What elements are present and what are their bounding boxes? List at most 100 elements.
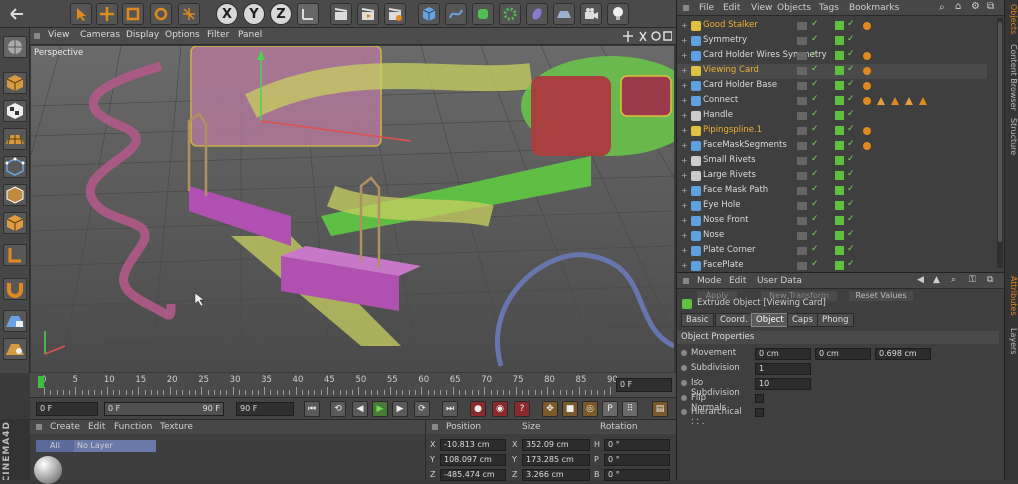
layer-icon[interactable]: [797, 142, 807, 150]
layer-icon[interactable]: [797, 97, 807, 105]
object-menu-tags[interactable]: Tags: [819, 3, 839, 13]
attribute-back-icon[interactable]: ◀: [917, 275, 924, 285]
side-tab-attributes[interactable]: Attributes: [1006, 276, 1018, 316]
layer-icon[interactable]: [797, 262, 807, 270]
render-check-icon[interactable]: ✓: [847, 184, 855, 194]
object-manager-options-icon[interactable]: ⚙: [971, 1, 980, 12]
object-row[interactable]: + Eye Hole ✓ ✓: [677, 199, 987, 214]
go-to-start-button[interactable]: ⏮: [304, 401, 320, 417]
layer-icon[interactable]: [797, 232, 807, 240]
visibility-check-icon[interactable]: ✓: [811, 244, 819, 254]
visibility-check-icon[interactable]: ✓: [811, 124, 819, 134]
coord-pos-field[interactable]: 108.097 cm: [440, 454, 506, 466]
visibility-check-icon[interactable]: ✓: [811, 79, 819, 89]
render-check-icon[interactable]: ✓: [847, 139, 855, 149]
enable-toggle-icon[interactable]: [835, 111, 844, 120]
render-check-icon[interactable]: ✓: [847, 49, 855, 59]
object-row[interactable]: + Card Holder Wires Symmetry ✓ ✓: [677, 49, 987, 64]
layer-icon[interactable]: [797, 172, 807, 180]
enable-toggle-icon[interactable]: [835, 21, 844, 30]
layer-icon[interactable]: [797, 157, 807, 165]
layer-icon[interactable]: [797, 202, 807, 210]
viewport-menu-display[interactable]: Display: [126, 30, 159, 40]
object-name[interactable]: Card Holder Wires Symmetry: [703, 50, 827, 60]
movement-anim-dot-icon[interactable]: [681, 350, 687, 356]
iso-subdivision-field[interactable]: 10: [755, 378, 811, 390]
attribute-menu-edit[interactable]: Edit: [729, 276, 746, 286]
material-menu-texture[interactable]: Texture: [160, 422, 193, 432]
expand-toggle-icon[interactable]: +: [681, 201, 689, 210]
cube-primitive-button[interactable]: [418, 3, 440, 25]
render-view-button[interactable]: [330, 3, 352, 25]
expand-toggle-icon[interactable]: +: [681, 66, 689, 75]
flip-anim-dot-icon[interactable]: [681, 395, 687, 401]
viewport-menu-view[interactable]: View: [48, 30, 69, 40]
timeline-ruler[interactable]: 051015202530354045505560657075808590 0 F: [30, 373, 676, 397]
material-menu-edit[interactable]: Edit: [88, 422, 105, 432]
render-check-icon[interactable]: ✓: [847, 214, 855, 224]
side-tab-structure[interactable]: Structure: [1006, 118, 1018, 155]
parameter-key-button[interactable]: P: [602, 401, 618, 417]
coord-rot-field[interactable]: 0 °: [604, 439, 670, 451]
render-check-icon[interactable]: ✓: [847, 19, 855, 29]
next-key-button[interactable]: ⟳: [414, 401, 430, 417]
subdivision-field[interactable]: 1: [755, 363, 811, 375]
hierarchical-checkbox[interactable]: [755, 408, 764, 417]
object-row[interactable]: + Pipingspline.1 ✓ ✓: [677, 124, 987, 139]
filter-all-tab[interactable]: All: [36, 440, 74, 452]
render-check-icon[interactable]: ✓: [847, 154, 855, 164]
expand-toggle-icon[interactable]: +: [681, 51, 689, 60]
object-row[interactable]: + Symmetry ✓ ✓: [677, 34, 987, 49]
attribute-lock-icon[interactable]: ⚿: [969, 275, 976, 285]
zoom-view-icon[interactable]: [639, 31, 647, 42]
end-frame-field[interactable]: 90 F: [236, 402, 294, 416]
array-generator-button[interactable]: [499, 3, 521, 25]
object-row[interactable]: + Face Mask Path ✓ ✓: [677, 184, 987, 199]
enable-toggle-icon[interactable]: [835, 81, 844, 90]
object-tag-icon[interactable]: [863, 142, 871, 150]
enable-toggle-icon[interactable]: [835, 36, 844, 45]
object-tag-icon[interactable]: [863, 67, 871, 75]
coord-pos-field[interactable]: -485.474 cm: [440, 469, 506, 481]
perspective-viewport[interactable]: Perspective: [31, 46, 674, 372]
enable-toggle-icon[interactable]: [835, 231, 844, 240]
object-tag-icon[interactable]: [863, 127, 871, 135]
viewport-menu-cameras[interactable]: Cameras: [80, 30, 120, 40]
attribute-menu-user-data[interactable]: User Data: [757, 276, 802, 286]
viewport-navigation-icons[interactable]: [622, 30, 672, 43]
attribute-tab-phong[interactable]: Phong: [817, 313, 854, 327]
object-menu-view[interactable]: View: [751, 3, 772, 13]
iso-anim-dot-icon[interactable]: [681, 380, 687, 386]
render-check-icon[interactable]: ✓: [847, 64, 855, 74]
object-row[interactable]: + FaceMaskSegments ✓ ✓: [677, 139, 987, 154]
previous-key-button[interactable]: ⟲: [330, 401, 346, 417]
viewport-menu-options[interactable]: Options: [165, 30, 200, 40]
object-row[interactable]: + Viewing Card ✓ ✓: [677, 64, 987, 79]
workplane-mode-button[interactable]: [3, 128, 27, 150]
object-name[interactable]: Symmetry: [703, 35, 747, 45]
layer-icon[interactable]: [797, 67, 807, 75]
layer-icon[interactable]: [797, 22, 807, 30]
object-name[interactable]: Pipingspline.1: [703, 125, 762, 135]
object-name[interactable]: Viewing Card: [703, 65, 759, 75]
object-row[interactable]: + Handle ✓ ✓: [677, 109, 987, 124]
points-mode-button[interactable]: [3, 156, 27, 178]
object-row[interactable]: + Nose ✓ ✓: [677, 229, 987, 244]
y-axis-lock-button[interactable]: Y: [243, 3, 265, 25]
material-menu-function[interactable]: Function: [114, 422, 152, 432]
coord-rot-field[interactable]: 0 °: [604, 454, 670, 466]
visibility-check-icon[interactable]: ✓: [811, 169, 819, 179]
expand-toggle-icon[interactable]: +: [681, 141, 689, 150]
object-menu-objects[interactable]: Objects: [777, 3, 811, 13]
visibility-check-icon[interactable]: ✓: [811, 49, 819, 59]
render-check-icon[interactable]: ✓: [847, 169, 855, 179]
object-tag-icon[interactable]: [863, 22, 871, 30]
record-active-objects-button[interactable]: ●: [470, 401, 486, 417]
visibility-check-icon[interactable]: ✓: [811, 154, 819, 164]
layer-icon[interactable]: [797, 37, 807, 45]
expand-toggle-icon[interactable]: +: [681, 36, 689, 45]
object-menu-edit[interactable]: Edit: [723, 3, 740, 13]
movement-x-field[interactable]: 0 cm: [755, 348, 811, 360]
object-tag-icon[interactable]: [877, 97, 885, 105]
subdivision-anim-dot-icon[interactable]: [681, 365, 687, 371]
